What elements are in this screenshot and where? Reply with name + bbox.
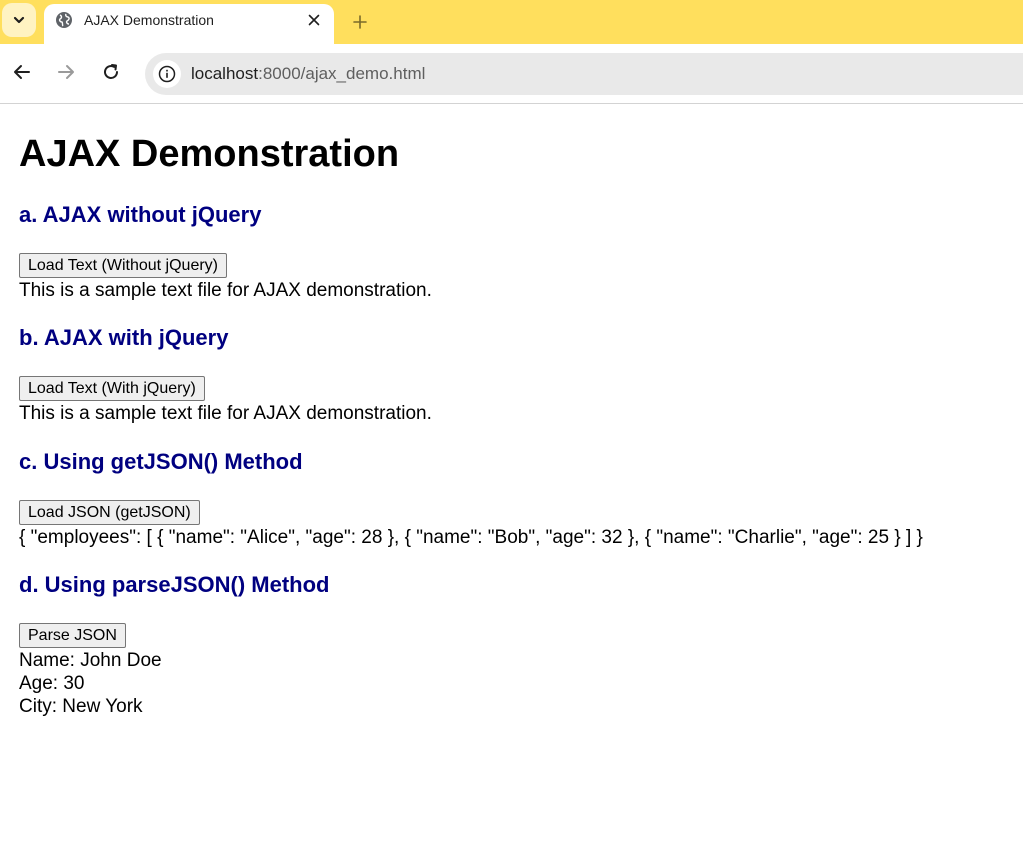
- url-text[interactable]: localhost:8000/ajax_demo.html: [191, 64, 425, 84]
- address-bar[interactable]: localhost:8000/ajax_demo.html: [145, 53, 1023, 95]
- section-heading-ajax-with-jquery: b. AJAX with jQuery: [19, 325, 229, 350]
- plus-icon: [353, 15, 367, 29]
- section-heading-getjson: c. Using getJSON() Method: [19, 449, 303, 474]
- tab-strip: AJAX Demonstration: [0, 0, 1023, 44]
- page-title: AJAX Demonstration: [19, 133, 400, 175]
- url-host: localhost: [191, 64, 259, 83]
- tab-search-button[interactable]: [2, 3, 36, 37]
- browser-toolbar: localhost:8000/ajax_demo.html: [0, 44, 1023, 104]
- globe-icon: [56, 12, 72, 28]
- section-heading-parsejson: d. Using parseJSON() Method: [19, 572, 330, 597]
- load-text-without-jquery-button[interactable]: Load Text (Without jQuery): [19, 253, 228, 278]
- reload-button[interactable]: [99, 60, 123, 84]
- info-icon: [158, 65, 176, 83]
- output-getjson: { "employees": [ { "name": "Alice", "age…: [19, 527, 923, 548]
- reload-icon: [104, 64, 118, 79]
- load-text-with-jquery-button[interactable]: Load Text (With jQuery): [19, 376, 205, 401]
- output-age-line: Age: 30: [19, 673, 85, 694]
- active-tab[interactable]: AJAX Demonstration: [44, 4, 334, 44]
- parse-json-button[interactable]: Parse JSON: [19, 623, 126, 648]
- site-info-button[interactable]: [153, 60, 181, 88]
- output-city-line: City: New York: [19, 696, 143, 717]
- load-json-button[interactable]: Load JSON (getJSON): [19, 500, 200, 525]
- close-icon: [308, 14, 320, 26]
- output-with-jquery: This is a sample text file for AJAX demo…: [19, 403, 432, 424]
- new-tab-button[interactable]: [346, 8, 374, 36]
- arrow-right-icon: [58, 65, 74, 79]
- chevron-down-icon: [13, 16, 25, 24]
- back-button[interactable]: [10, 60, 34, 84]
- tab-close-button[interactable]: [306, 12, 322, 28]
- tab-title: AJAX Demonstration: [84, 12, 214, 28]
- output-name-line: Name: John Doe: [19, 650, 162, 671]
- url-path: :8000/ajax_demo.html: [258, 64, 426, 83]
- forward-button[interactable]: [54, 60, 78, 84]
- arrow-left-icon: [14, 65, 30, 79]
- section-heading-ajax-without-jquery: a. AJAX without jQuery: [19, 202, 262, 227]
- output-without-jquery: This is a sample text file for AJAX demo…: [19, 280, 432, 301]
